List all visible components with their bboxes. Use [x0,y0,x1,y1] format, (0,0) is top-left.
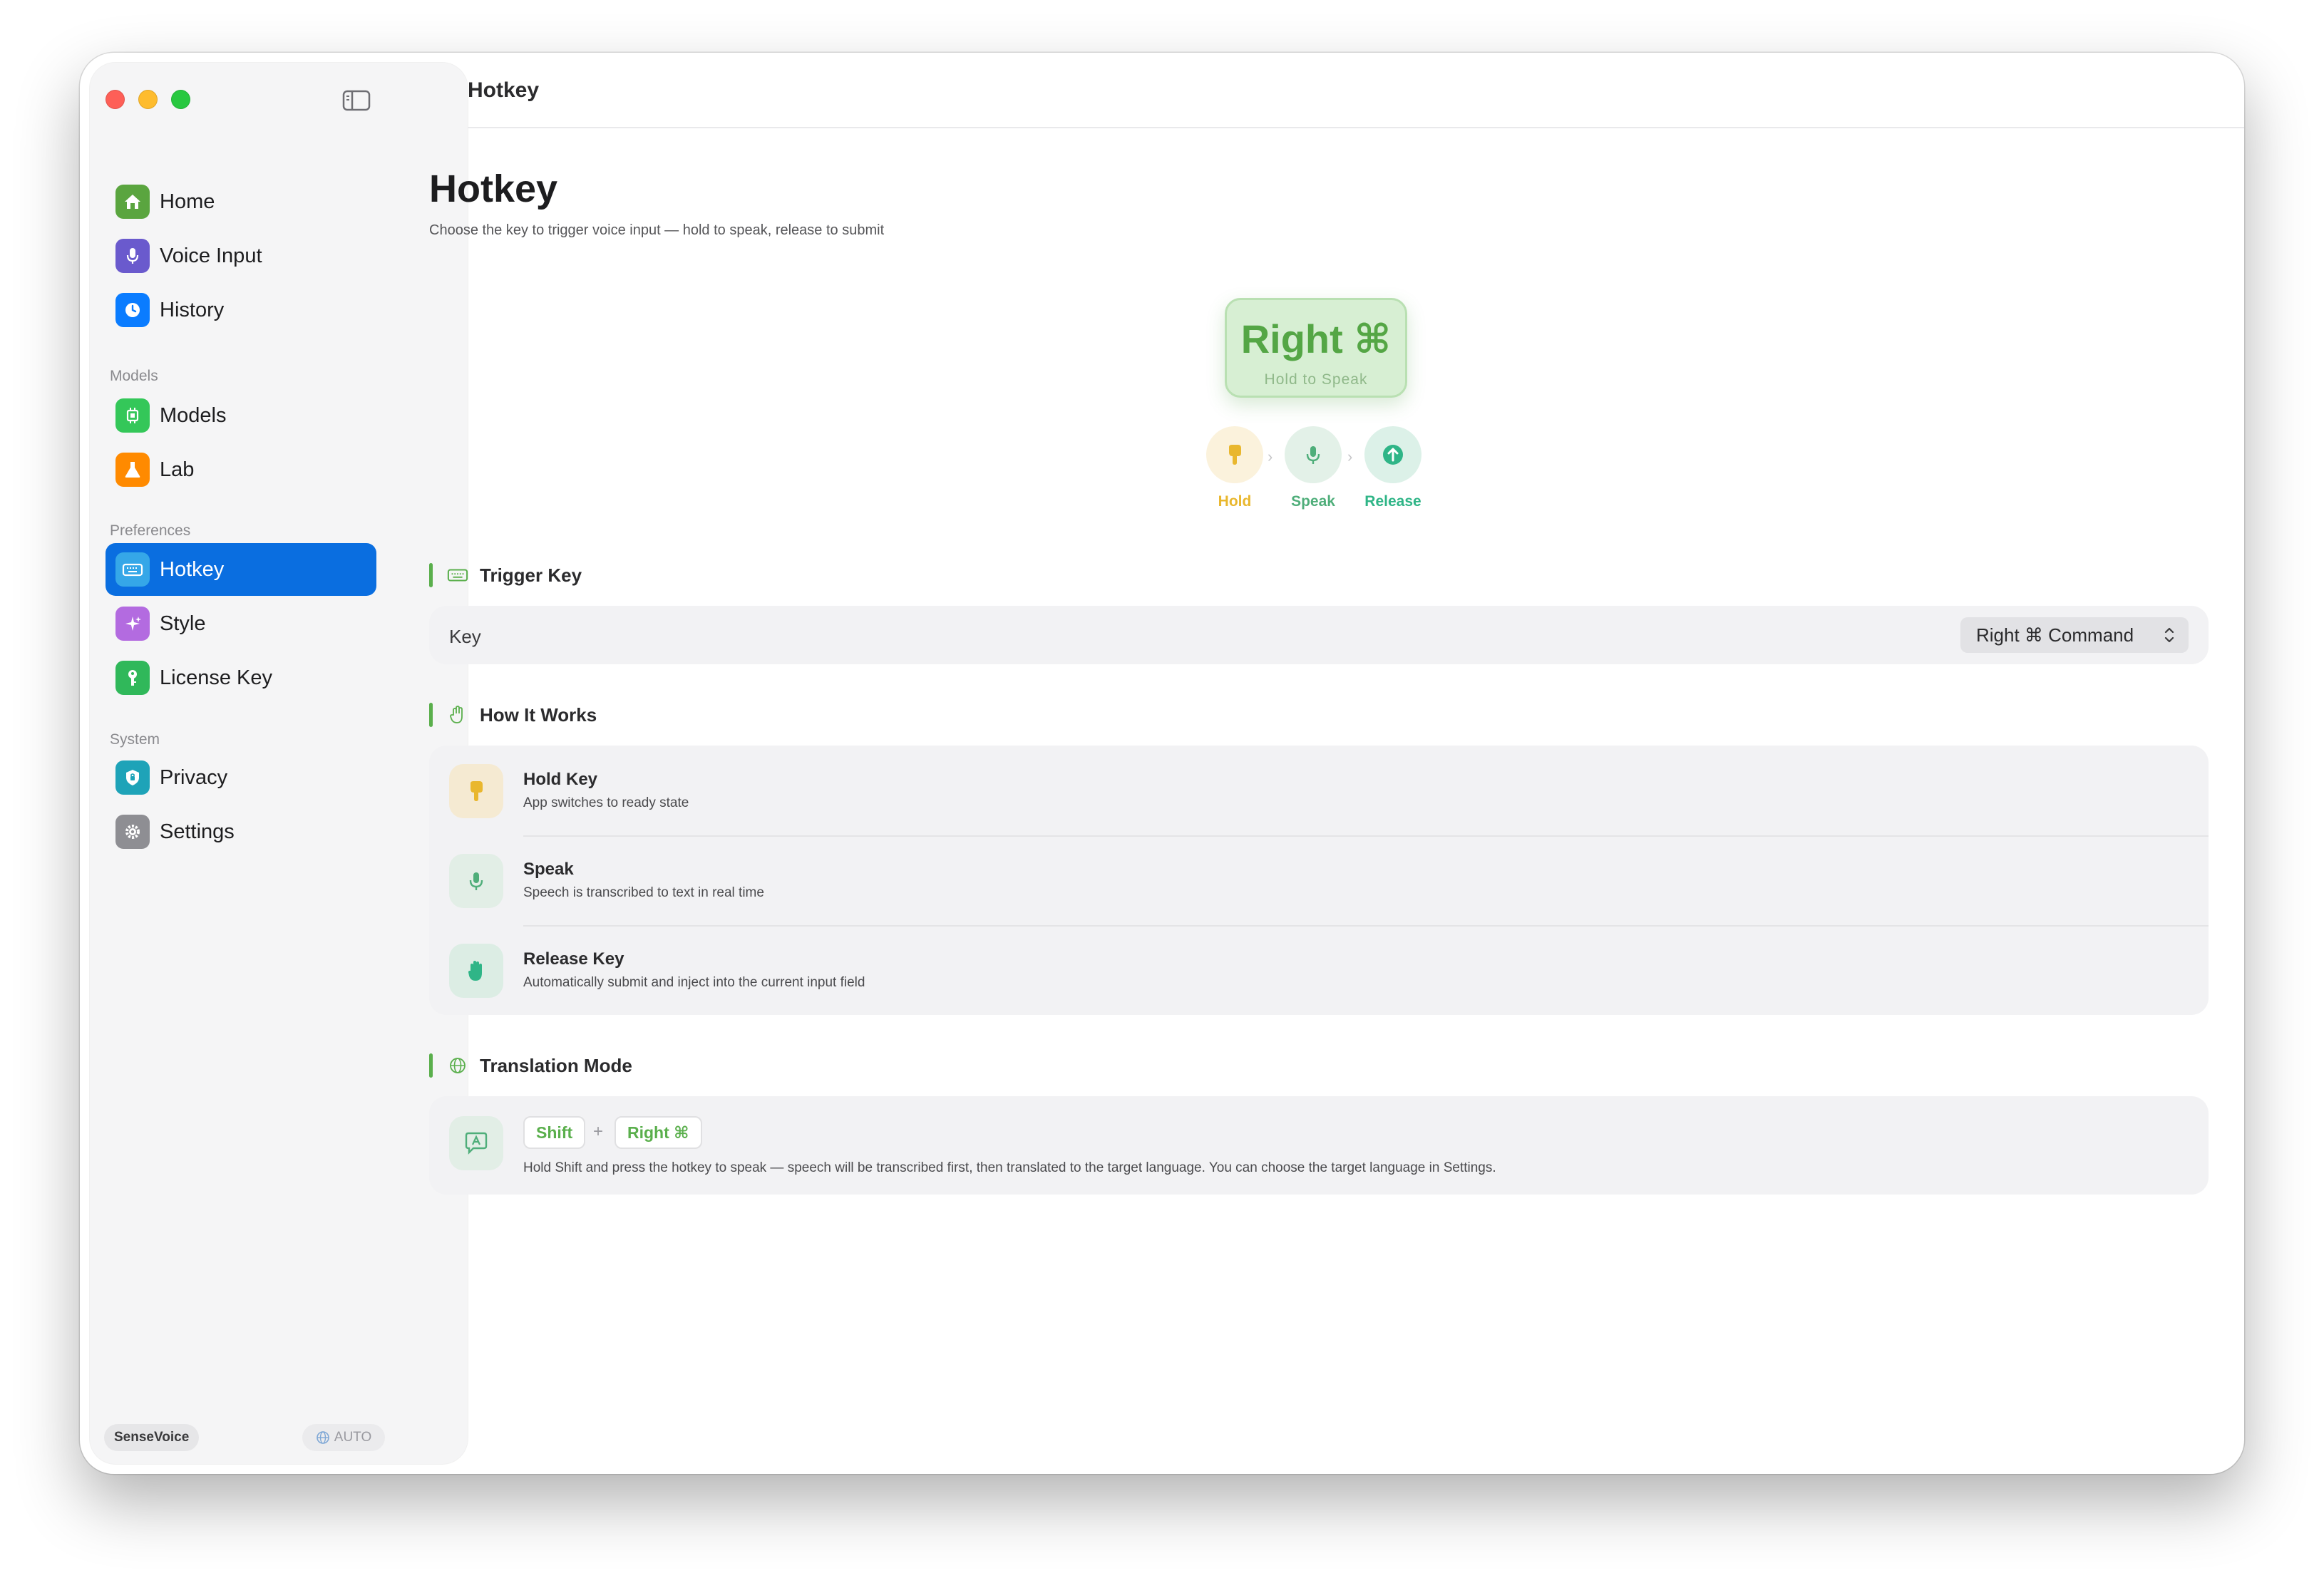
chevron-right-icon: › [1347,448,1353,465]
sidebar-item-lab[interactable]: Lab [106,443,376,496]
sidebar-item-label: Voice Input [160,244,262,267]
translate-bubble-icon [449,1116,503,1170]
how-row-speak: Speak Speech is transcribed to text in r… [429,835,2209,925]
step-speak [1285,426,1342,483]
how-it-works-card: Hold Key App switches to ready state Spe… [429,746,2209,1015]
chip-icon [115,398,150,433]
model-badge[interactable]: SenseVoice [104,1424,200,1451]
right-command-key-chip: Right ⌘ [615,1116,702,1149]
hand-raised-icon [449,944,503,998]
language-label: AUTO [334,1430,372,1445]
sidebar-item-models[interactable]: Models [106,389,376,442]
clock-icon [115,293,150,327]
zoom-window-button[interactable] [171,90,190,109]
titlebar: Hotkey [468,53,2244,128]
shift-key-chip: Shift [523,1116,586,1149]
sidebar-item-hotkey[interactable]: Hotkey [106,543,376,596]
app-window: Home Voice Input History Models Models L… [80,53,2244,1474]
section-translation-mode: Translation Mode [429,1053,632,1078]
sidebar-toggle-icon[interactable] [342,90,371,111]
how-row-desc: Speech is transcribed to text in real ti… [523,885,764,900]
microphone-icon [1306,446,1320,464]
hotkey-preview-label: Right ⌘ [1240,316,1392,361]
trigger-key-select[interactable]: Right ⌘ Command [1960,617,2189,653]
sidebar-section-system: System [110,731,160,748]
section-accent-bar [429,1053,433,1078]
sidebar-item-home[interactable]: Home [106,175,376,228]
translation-mode-card: Shift + Right ⌘ Hold Shift and press the… [429,1096,2209,1195]
step-release-label: Release [1364,493,1421,510]
hotkey-preview-caption: Hold to Speak [1264,371,1368,388]
sidebar-item-label: Settings [160,820,235,843]
sidebar-item-label: License Key [160,666,272,689]
how-row-desc: Automatically submit and inject into the… [523,975,865,990]
how-row-title: Hold Key [523,770,598,789]
trigger-key-selected: Right ⌘ Command [1976,624,2134,646]
sidebar-item-license-key[interactable]: License Key [106,651,376,704]
step-release [1364,426,1421,483]
close-window-button[interactable] [106,90,125,109]
sidebar-item-privacy[interactable]: Privacy [106,751,376,804]
key-row-label: Key [449,626,481,647]
sidebar-item-settings[interactable]: Settings [106,805,376,858]
sidebar-item-label: Hotkey [160,557,225,581]
window-title: Hotkey [468,78,540,102]
globe-icon [316,1431,329,1444]
hand-icon [447,704,468,726]
house-icon [115,185,150,219]
section-heading: Translation Mode [480,1054,632,1076]
globe-icon [447,1055,468,1076]
gear-icon [115,815,150,849]
sparkles-icon [115,607,150,641]
sidebar-item-style[interactable]: Style [106,597,376,650]
minimize-window-button[interactable] [138,90,158,109]
how-row-title: Speak [523,860,574,879]
sidebar: Home Voice Input History Models Models L… [90,63,468,1464]
keyboard-icon [447,564,468,586]
translation-description: Hold Shift and press the hotkey to speak… [523,1160,1496,1175]
sidebar-item-label: Lab [160,458,195,481]
plus-sign: + [593,1122,604,1141]
sidebar-item-label: History [160,298,225,321]
sidebar-item-label: Privacy [160,765,228,789]
section-accent-bar [429,563,433,587]
hand-down-icon [449,764,503,818]
sidebar-section-models: Models [110,368,158,384]
sidebar-item-label: Style [160,612,206,635]
chevron-right-icon: › [1268,448,1273,465]
page-subtitle: Choose the key to trigger voice input — … [429,222,885,238]
section-heading: Trigger Key [480,564,582,586]
chevron-updown-icon [2164,627,2174,643]
how-row-desc: App switches to ready state [523,795,689,810]
sidebar-item-label: Home [160,190,215,213]
flask-icon [115,453,150,487]
sidebar-item-voice-input[interactable]: Voice Input [106,230,376,282]
how-row-hold-key: Hold Key App switches to ready state [429,746,2209,835]
section-trigger-key: Trigger Key [429,563,582,587]
section-heading: How It Works [480,703,597,726]
hand-down-icon [1229,445,1241,465]
step-hold [1206,426,1263,483]
section-accent-bar [429,703,433,727]
hotkey-preview: Right ⌘ Hold to Speak [1225,298,1407,398]
microphone-icon [449,854,503,908]
sidebar-section-preferences: Preferences [110,522,191,539]
key-icon [115,661,150,695]
how-row-title: Release Key [523,949,624,969]
arrow-up-circle-icon [1383,445,1403,465]
shield-icon [115,760,150,795]
page-title: Hotkey [429,167,558,210]
microphone-icon [115,239,150,273]
keyboard-icon [115,552,150,587]
trigger-key-card: Key Right ⌘ Command [429,606,2209,664]
how-row-release-key: Release Key Automatically submit and inj… [429,925,2209,1015]
section-how-it-works: How It Works [429,703,597,727]
sidebar-item-history[interactable]: History [106,284,376,336]
language-badge[interactable]: AUTO [302,1424,385,1451]
sidebar-item-label: Models [160,403,227,427]
